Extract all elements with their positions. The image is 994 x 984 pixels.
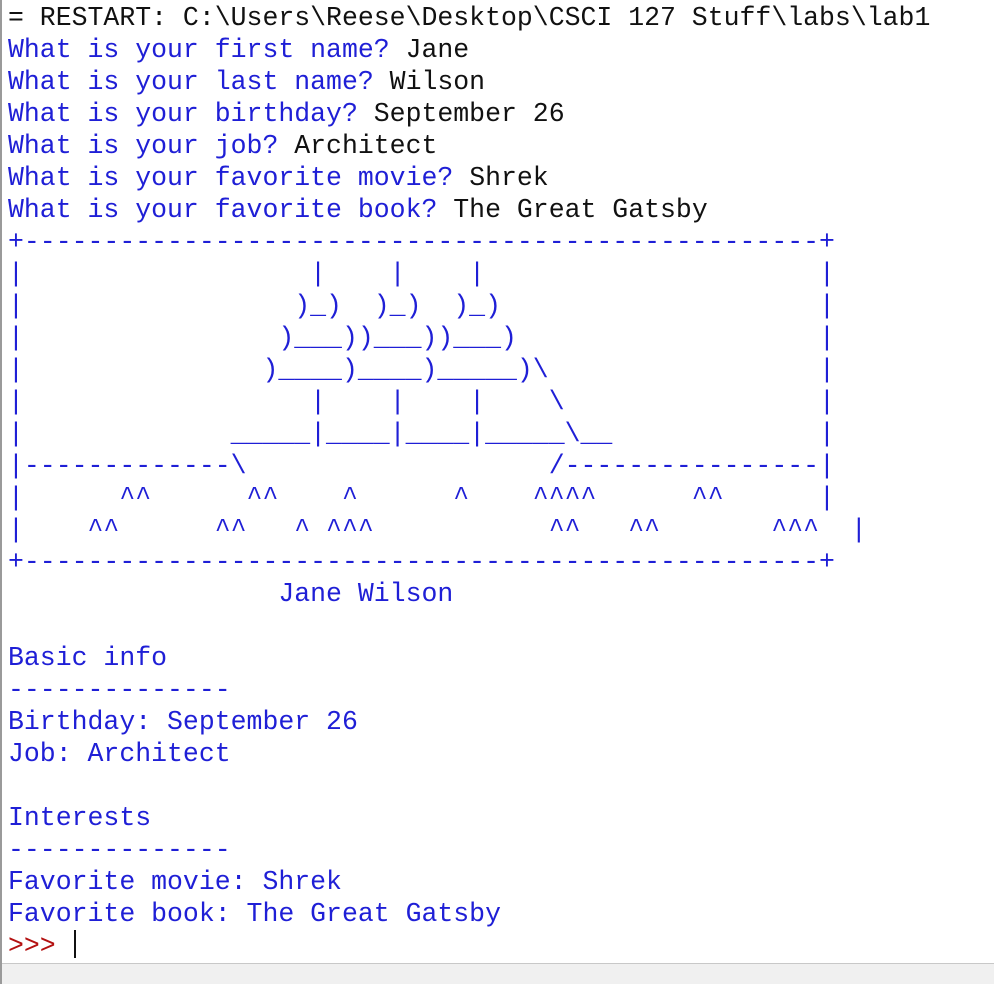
question-line: What is your favorite movie? Shrek xyxy=(8,162,994,194)
restart-line: = RESTART: C:\Users\Reese\Desktop\CSCI 1… xyxy=(8,3,931,33)
birthday-line: Birthday: September 26 xyxy=(8,707,358,737)
question-prompt: What is your job? xyxy=(8,131,295,161)
question-answer: Shrek xyxy=(469,163,549,193)
shell-output-area[interactable]: = RESTART: C:\Users\Reese\Desktop\CSCI 1… xyxy=(8,2,994,962)
question-answer: September 26 xyxy=(373,99,565,129)
interests-heading: Interests xyxy=(8,803,152,833)
question-line: What is your favorite book? The Great Ga… xyxy=(8,194,994,226)
ascii-art-line: | )_) )_) )_) | xyxy=(8,291,835,321)
horizontal-scrollbar[interactable] xyxy=(2,963,994,984)
question-answer: Wilson xyxy=(389,67,486,97)
question-prompt: What is your first name? xyxy=(8,35,406,65)
basic-info-heading: Basic info xyxy=(8,643,168,673)
ascii-art-line: | )___))___))___) | xyxy=(8,323,835,353)
question-prompt: What is your favorite movie? xyxy=(8,163,470,193)
ascii-art-line: | )____)____)_____)\ | xyxy=(8,355,835,385)
favorite-book-line: Favorite book: The Great Gatsby xyxy=(8,899,501,929)
ascii-art-line: | ^^ ^^ ^ ^^^ ^^ ^^ ^^^ | xyxy=(8,515,867,545)
python-shell-window: = RESTART: C:\Users\Reese\Desktop\CSCI 1… xyxy=(0,0,994,984)
ascii-art-line: +---------------------------------------… xyxy=(8,547,835,577)
ascii-art-line: | ^^ ^^ ^ ^ ^^^^ ^^ | xyxy=(8,483,835,513)
name-line: Jane Wilson xyxy=(8,579,454,609)
question-answer: The Great Gatsby xyxy=(453,195,708,225)
favorite-movie-line: Favorite movie: Shrek xyxy=(8,867,342,897)
text-cursor xyxy=(73,930,76,958)
question-line: What is your first name? Jane xyxy=(8,34,994,66)
ascii-art-line: | | | | \ | xyxy=(8,387,835,417)
question-answer: Architect xyxy=(294,131,438,161)
question-prompt: What is your last name? xyxy=(8,67,390,97)
ascii-art-line: | | | | | xyxy=(8,259,835,289)
basic-info-rule: -------------- xyxy=(8,675,231,705)
prompt-line[interactable]: >>> xyxy=(8,930,994,962)
shell-prompt: >>> xyxy=(8,931,72,961)
question-prompt: What is your birthday? xyxy=(8,99,374,129)
question-line: What is your birthday? September 26 xyxy=(8,98,994,130)
question-line: What is your last name? Wilson xyxy=(8,66,994,98)
question-answer: Jane xyxy=(405,35,470,65)
job-line: Job: Architect xyxy=(8,739,231,769)
ascii-art-line: +---------------------------------------… xyxy=(8,227,835,257)
ascii-art-line: | _____|____|____|_____\__ | xyxy=(8,419,835,449)
question-line: What is your job? Architect xyxy=(8,130,994,162)
ascii-art-line: |-------------\ /----------------| xyxy=(8,451,835,481)
interests-rule: -------------- xyxy=(8,835,231,865)
question-prompt: What is your favorite book? xyxy=(8,195,454,225)
